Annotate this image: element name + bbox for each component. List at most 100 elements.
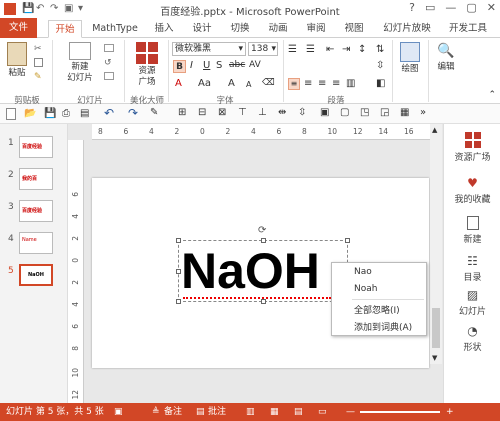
spellcheck-icon[interactable]: ▣ — [114, 403, 123, 421]
shapes-item[interactable]: ◔ 形状 — [444, 324, 500, 353]
text-color-button[interactable]: A — [175, 78, 182, 89]
suggestion-item[interactable]: Noah — [354, 284, 377, 294]
text-box[interactable]: ⟳ NaOH — [176, 225, 350, 304]
tab-transitions[interactable]: 切换 — [226, 20, 254, 38]
font-name-select[interactable]: 微软雅黑 ▾ — [172, 42, 246, 56]
ignore-all-item[interactable]: 全部忽略(I) — [354, 303, 400, 316]
restore-button[interactable]: ▢ — [466, 1, 476, 14]
scroll-thumb[interactable] — [432, 308, 440, 348]
justify-icon[interactable]: ≡ — [332, 78, 340, 89]
align-right-icon[interactable]: ≡ — [318, 78, 326, 89]
tab-developer[interactable]: 开发工具 — [442, 20, 494, 38]
open-file-icon[interactable]: 📂 — [24, 108, 36, 119]
copy-icon[interactable] — [34, 58, 43, 67]
resource-square-item[interactable]: 资源广场 — [444, 132, 500, 163]
grid-icon[interactable]: ▦ — [400, 107, 409, 118]
shrink-font-button[interactable]: A — [246, 80, 251, 89]
resize-handle[interactable] — [345, 238, 350, 243]
save-icon[interactable]: 💾 — [44, 108, 56, 119]
cut-icon[interactable]: ✂ — [34, 44, 46, 55]
shadow-button[interactable]: S — [216, 60, 222, 71]
drawing-button[interactable]: 绘图 — [396, 42, 424, 75]
resize-handle[interactable] — [176, 299, 181, 304]
font-size-dropdown-button[interactable]: Aa — [198, 78, 211, 89]
reset-icon[interactable]: ↺ — [104, 58, 116, 69]
tab-review[interactable]: 审阅 — [302, 20, 330, 38]
collapse-ribbon-icon[interactable]: ⌃ — [488, 90, 496, 100]
resize-handle[interactable] — [261, 238, 266, 243]
tab-file[interactable]: 文件 — [0, 18, 37, 38]
slideshow-icon[interactable]: ▭ — [318, 403, 327, 421]
rotate-handle-icon[interactable]: ⟳ — [258, 225, 266, 236]
smartart-icon[interactable]: ◧ — [376, 78, 385, 89]
bold-button[interactable]: B — [173, 60, 186, 73]
close-button[interactable]: ✕ — [487, 1, 496, 14]
ribbon-display-icon[interactable]: ▭ — [425, 1, 435, 14]
resource-square-button[interactable]: 资源 广场 — [130, 42, 164, 88]
strikethrough-button[interactable]: abc — [229, 60, 245, 70]
notes-icon[interactable]: ≜ — [152, 403, 160, 421]
favorites-item[interactable]: ♥ 我的收藏 — [444, 176, 500, 205]
undo-icon[interactable]: ↶ — [104, 106, 114, 120]
preview-icon[interactable]: ▤ — [80, 108, 89, 119]
add-to-dictionary-item[interactable]: 添加到词典(A) — [354, 320, 412, 333]
more-icon[interactable]: » — [420, 107, 426, 118]
paste-button[interactable]: 粘贴 — [4, 42, 30, 79]
zoom-slider[interactable] — [360, 411, 440, 413]
vertical-scrollbar[interactable]: ▲ ▼ — [430, 124, 442, 364]
group-icon[interactable]: ▣ — [320, 107, 329, 118]
reading-view-icon[interactable]: ▤ — [294, 403, 303, 421]
italic-button[interactable]: I — [190, 60, 193, 71]
align-bottom-icon[interactable]: ⊥ — [258, 107, 267, 118]
tab-insert[interactable]: 插入 — [150, 20, 178, 38]
align-icon[interactable]: ⊞ — [178, 107, 186, 118]
clear-format-button[interactable]: ⌫ — [262, 78, 275, 88]
bullets-icon[interactable]: ☰ — [288, 44, 297, 55]
underline-button[interactable]: U — [203, 60, 210, 71]
align-icon[interactable]: ⊟ — [198, 107, 206, 118]
align-left-icon[interactable]: ≡ — [288, 78, 300, 90]
numbering-icon[interactable]: ☰ — [306, 44, 315, 55]
bring-forward-icon[interactable]: ◳ — [360, 107, 369, 118]
tab-design[interactable]: 设计 — [188, 20, 216, 38]
zoom-in-icon[interactable]: + — [446, 403, 454, 421]
scroll-down-icon[interactable]: ▼ — [432, 354, 437, 362]
normal-view-icon[interactable]: ▥ — [246, 403, 255, 421]
distribute-icon[interactable]: ⊠ — [218, 107, 226, 118]
new-file-icon[interactable] — [6, 108, 16, 120]
align-text-icon[interactable]: ⇳ — [376, 60, 384, 71]
columns-icon[interactable]: ▥ — [346, 78, 355, 89]
tab-animations[interactable]: 动画 — [264, 20, 292, 38]
format-painter-icon[interactable]: ✎ — [34, 72, 46, 83]
slide-text[interactable]: NaOH — [181, 241, 320, 301]
resize-handle[interactable] — [176, 269, 181, 274]
format-painter-icon[interactable]: ✎ — [150, 107, 158, 118]
print-icon[interactable]: ⎙ — [62, 108, 70, 119]
distribute-v-icon[interactable]: ⇳ — [298, 107, 306, 118]
ungroup-icon[interactable]: ▢ — [340, 107, 349, 118]
suggestion-item[interactable]: Nao — [354, 267, 372, 277]
new-slide-button[interactable]: 新建 幻灯片 — [60, 42, 100, 84]
toc-item[interactable]: ☷ 目录 — [444, 254, 500, 283]
slide-thumbnail[interactable]: 百度经验 — [19, 200, 53, 222]
zoom-out-icon[interactable]: — — [346, 403, 355, 421]
grow-font-button[interactable]: A — [228, 78, 235, 89]
section-icon[interactable] — [104, 72, 114, 80]
slides-item[interactable]: ▨ 幻灯片 — [444, 288, 500, 317]
editing-button[interactable]: 🔍 编辑 — [432, 42, 460, 73]
new-item[interactable]: 新建 — [444, 216, 500, 245]
tab-slideshow[interactable]: 幻灯片放映 — [378, 20, 436, 38]
scroll-up-icon[interactable]: ▲ — [432, 126, 437, 134]
resize-handle[interactable] — [261, 299, 266, 304]
text-direction-icon[interactable]: ⇅ — [376, 44, 384, 55]
help-button[interactable]: ? — [409, 1, 415, 14]
comments-icon[interactable]: ▤ — [196, 403, 205, 421]
increase-indent-icon[interactable]: ⇥ — [342, 44, 350, 55]
layout-icon[interactable] — [104, 44, 114, 52]
slide-thumbnail[interactable]: Name — [19, 232, 53, 254]
tab-view[interactable]: 视图 — [340, 20, 368, 38]
decrease-indent-icon[interactable]: ⇤ — [326, 44, 334, 55]
tab-home[interactable]: 开始 — [48, 20, 82, 38]
font-size-select[interactable]: 138 ▾ — [248, 42, 278, 56]
tab-mathtype[interactable]: MathType — [90, 20, 140, 38]
